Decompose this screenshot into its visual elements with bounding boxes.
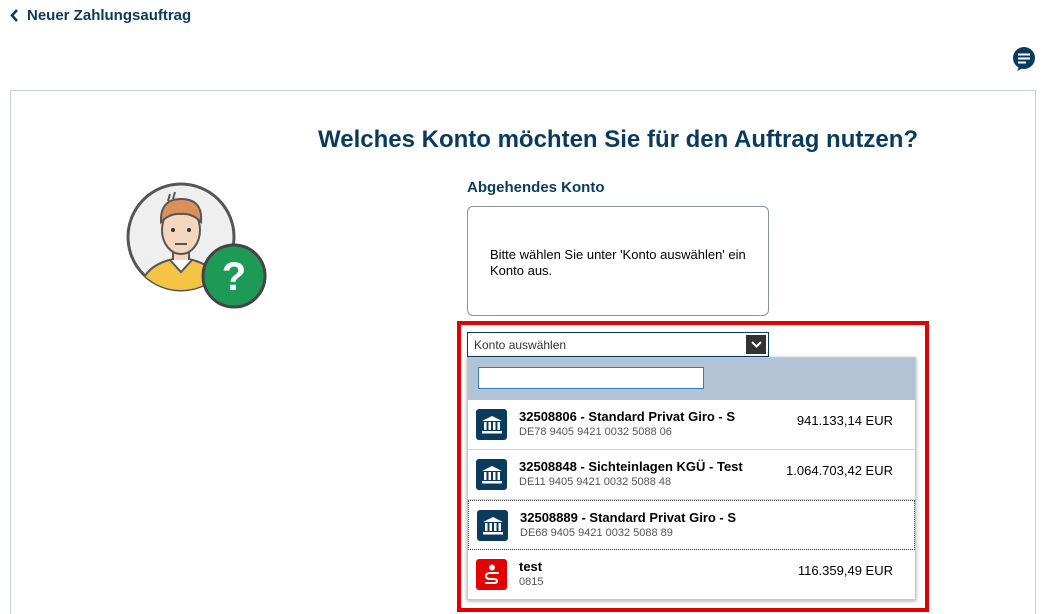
bank-icon — [476, 409, 507, 440]
dropdown-search-bar — [468, 358, 915, 400]
account-option[interactable]: 32508806 - Standard Privat Giro - S DE78… — [468, 400, 915, 450]
page-title: Welches Konto möchten Sie für den Auftra… — [318, 126, 919, 153]
account-name: 32508806 - Standard Privat Giro - S — [519, 409, 736, 424]
account-iban: DE11 9405 9421 0032 5088 48 — [519, 476, 672, 488]
search-input[interactable] — [478, 367, 704, 389]
back-link[interactable]: Neuer Zahlungsauftrag — [10, 7, 191, 24]
account-select[interactable]: Konto auswählen — [467, 332, 769, 357]
svg-text:?: ? — [222, 255, 246, 299]
bank-icon — [476, 459, 507, 490]
account-balance: 116.359,49 EUR — [797, 563, 893, 578]
account-iban: 0815 — [519, 576, 544, 588]
sparkasse-icon — [476, 559, 507, 590]
account-name: test — [519, 559, 543, 574]
back-link-label: Neuer Zahlungsauftrag — [27, 7, 192, 24]
account-dropdown: 32508806 - Standard Privat Giro - S DE78… — [467, 357, 916, 600]
chevron-left-icon — [10, 9, 18, 22]
account-name: 32508889 - Standard Privat Giro - S — [520, 510, 737, 525]
account-iban: DE78 9405 9421 0032 5088 06 — [519, 426, 672, 438]
account-select-label: Konto auswählen — [474, 338, 567, 352]
info-box: Bitte wählen Sie unter 'Konto auswählen'… — [467, 206, 769, 316]
info-text: Bitte wählen Sie unter 'Konto auswählen'… — [490, 247, 746, 278]
account-option[interactable]: 32508889 - Standard Privat Giro - S DE68… — [468, 500, 915, 550]
account-balance: 941.133,14 EUR — [796, 413, 893, 428]
account-balance: 1.064.703,42 EUR — [786, 463, 893, 478]
account-iban: DE68 9405 9421 0032 5088 89 — [520, 527, 673, 539]
user-question-icon: ? — [126, 182, 267, 309]
chevron-down-icon[interactable] — [746, 335, 766, 354]
account-name: 32508848 - Sichteinlagen KGÜ - Test — [519, 459, 743, 474]
account-option[interactable]: test 0815 116.359,49 EUR — [468, 550, 915, 600]
section-label: Abgehendes Konto — [467, 179, 605, 196]
bank-icon — [477, 510, 508, 541]
chat-icon[interactable] — [1012, 47, 1036, 71]
account-option[interactable]: 32508848 - Sichteinlagen KGÜ - Test DE11… — [468, 450, 915, 500]
